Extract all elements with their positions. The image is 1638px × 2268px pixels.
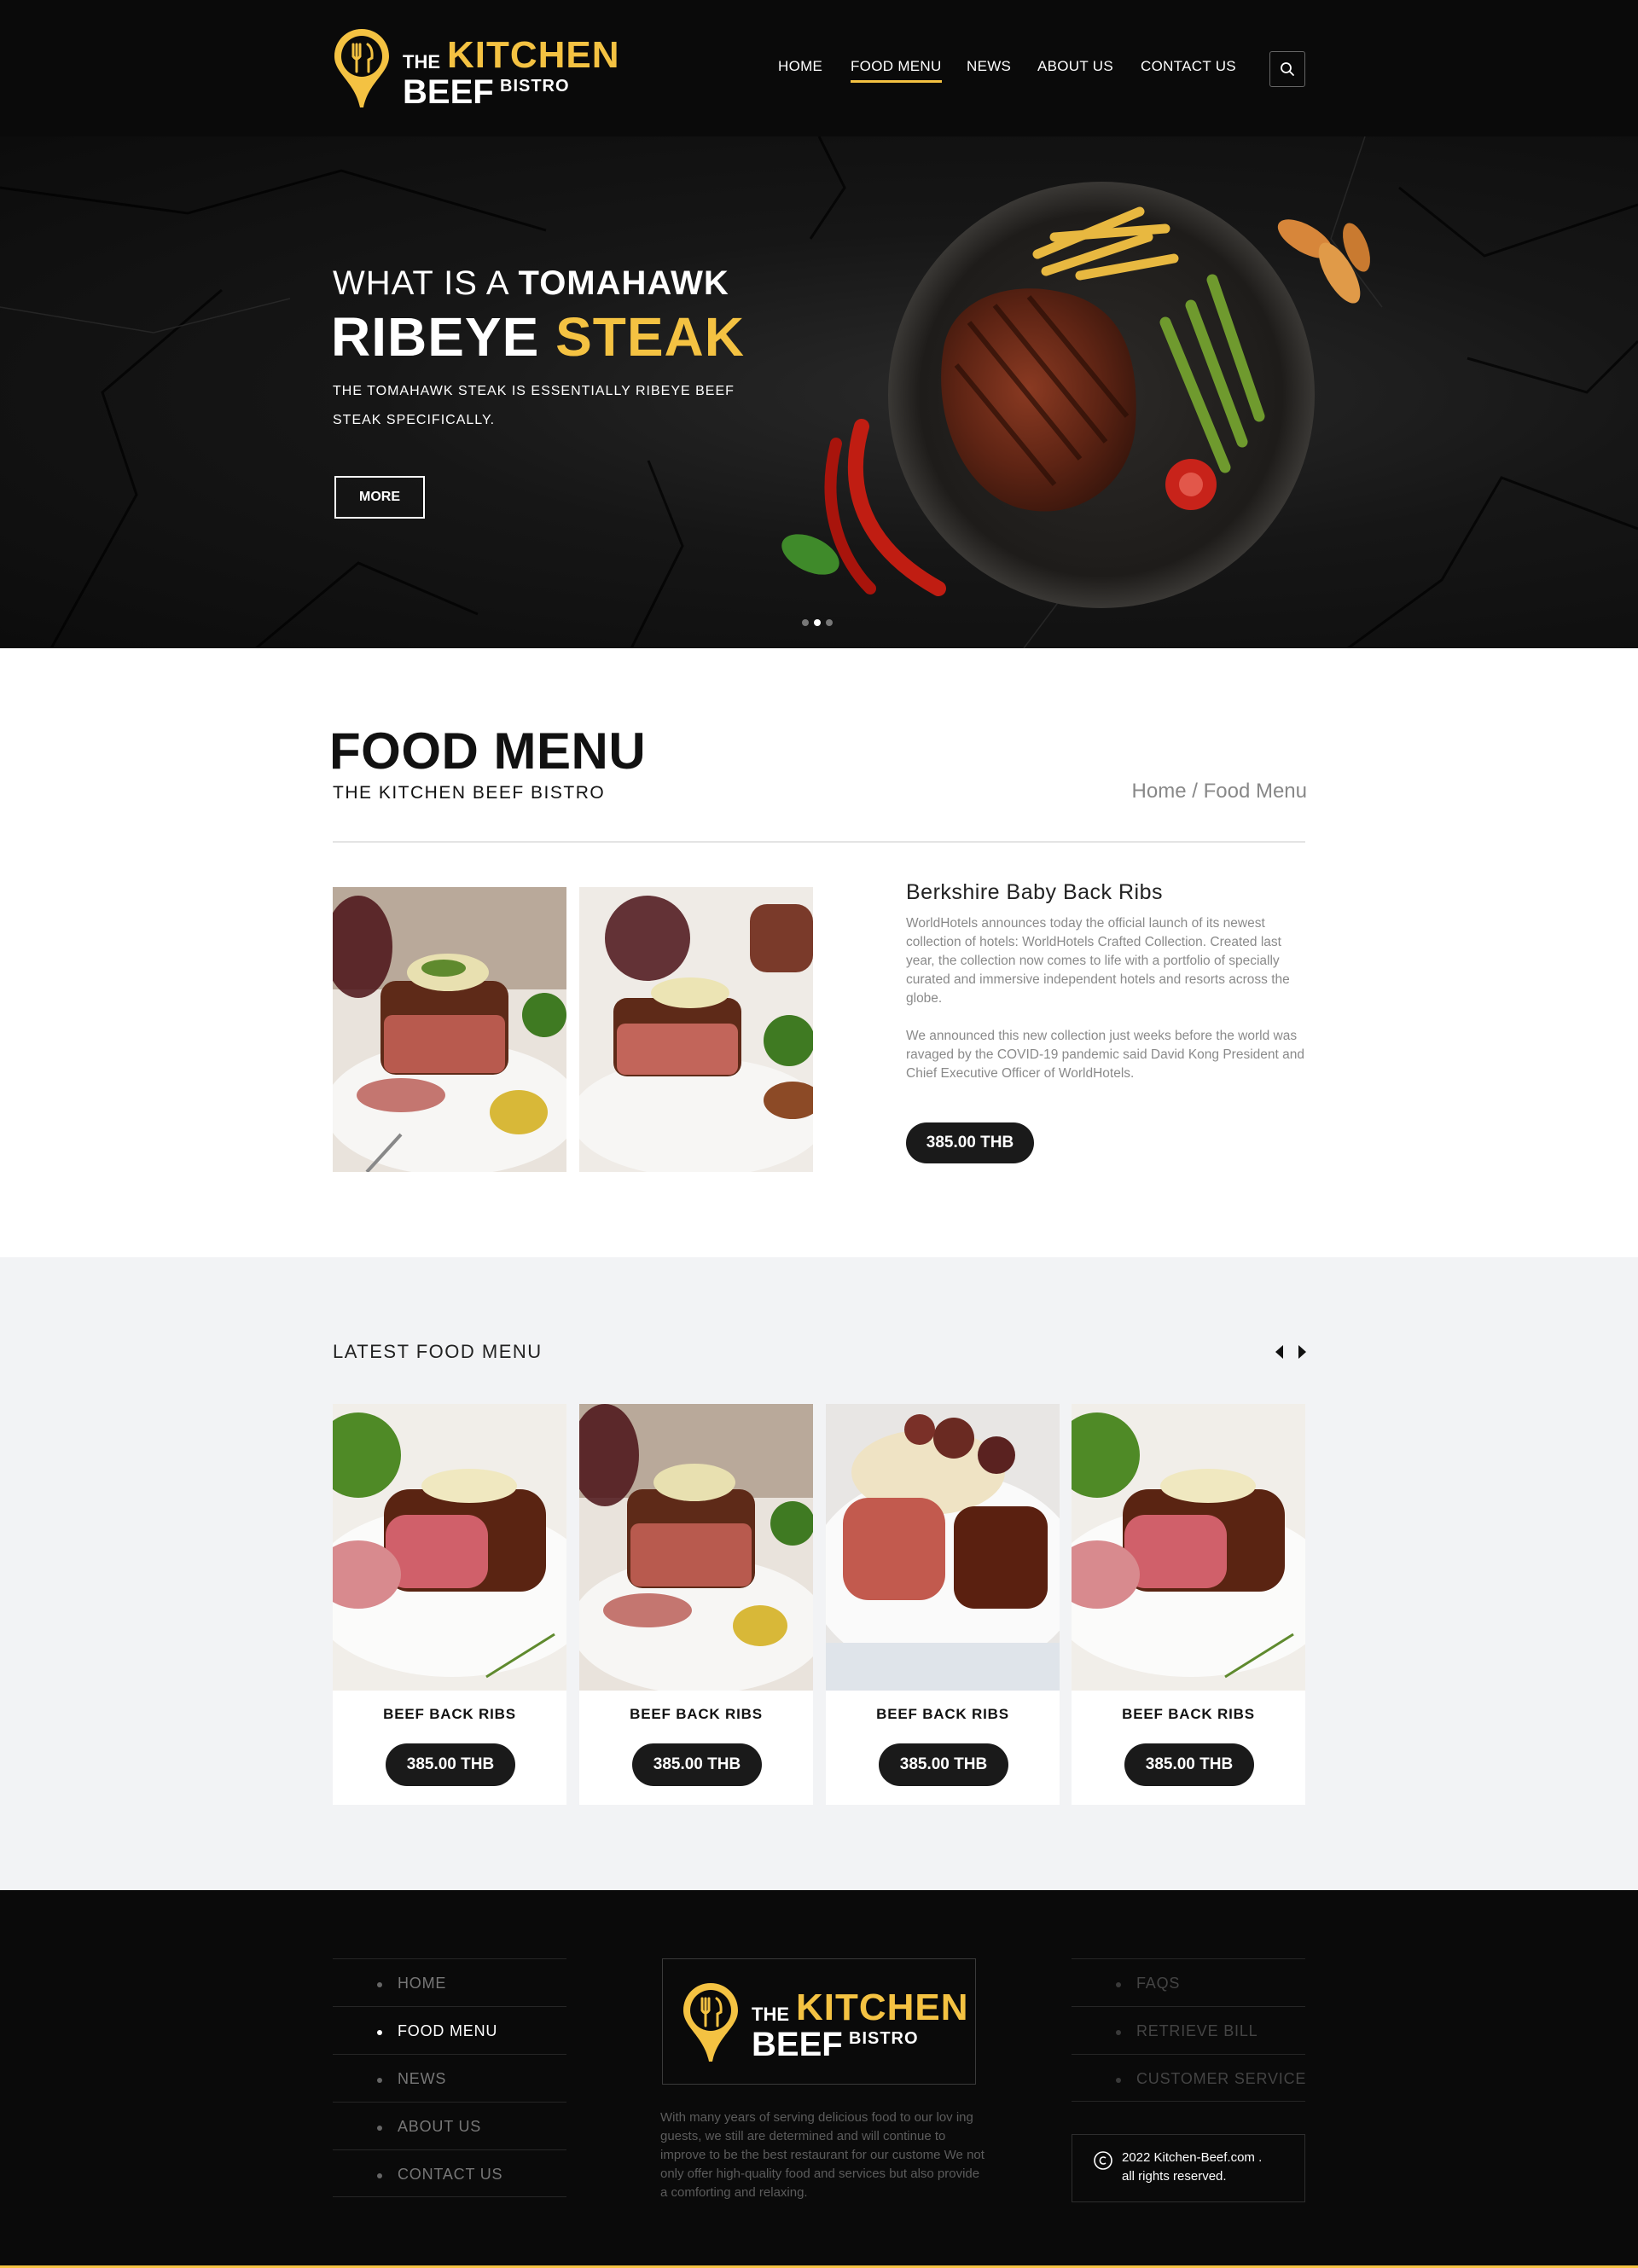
item-photo-1[interactable]: [333, 887, 566, 1172]
food-card-name: BEEF BACK RIBS: [383, 1706, 516, 1722]
footer-link-label: FOOD MENU: [398, 2022, 498, 2039]
steak-photo: [1072, 1404, 1305, 1691]
hero-heading-white: RIBEYE: [331, 306, 540, 368]
latest-section-title: LATEST FOOD MENU: [333, 1341, 543, 1362]
item-description-paragraph-1: WorldHotels announces today the official…: [906, 916, 1290, 1006]
food-card-price-button[interactable]: 385.00 THB: [879, 1743, 1008, 1786]
item-photo-2[interactable]: [579, 887, 813, 1172]
section-divider: [333, 841, 1305, 843]
copyright-line-2: all rights reserved.: [1122, 2169, 1227, 2184]
breadcrumb: Home / Food Menu: [1007, 780, 1307, 803]
steak-photo: [579, 1404, 813, 1691]
hero-heading-line1: WHAT IS A TOMAHAWK: [333, 264, 729, 303]
site-footer: HOME FOOD MENU NEWS ABOUT US CONTACT US …: [0, 1890, 1638, 2268]
copyright-icon: [1094, 2151, 1112, 2170]
footer-description: With many years of serving delicious foo…: [660, 2110, 985, 2200]
slider-dot-2[interactable]: [814, 619, 821, 626]
nav-about-us[interactable]: ABOUT US: [1037, 58, 1113, 75]
search-icon: [1281, 62, 1294, 76]
footer-link-contact-us[interactable]: CONTACT US: [333, 2149, 566, 2197]
nav-food-menu[interactable]: FOOD MENU: [851, 58, 942, 83]
footer-link-label: HOME: [398, 1975, 447, 1992]
food-card-4[interactable]: BEEF BACK RIBS 385.00 THB: [1072, 1404, 1305, 1805]
food-card-name: BEEF BACK RIBS: [630, 1706, 763, 1722]
breadcrumb-separator: /: [1186, 780, 1204, 803]
copyright-text: 2022 Kitchen-Beef.com . all rights reser…: [1122, 2149, 1301, 2186]
page-title: FOOD MENU: [329, 722, 647, 780]
page-subtitle: THE KITCHEN BEEF BISTRO: [333, 783, 606, 803]
hero-heading-line2: RIBEYE STEAK: [331, 305, 745, 368]
steak-photo: [333, 887, 566, 1172]
breadcrumb-home[interactable]: Home: [1132, 780, 1187, 803]
hero-more-button[interactable]: MORE: [334, 476, 425, 519]
food-card-image: [826, 1404, 1060, 1691]
potato-wedges-image: [1277, 219, 1370, 304]
copyright-box: 2022 Kitchen-Beef.com . all rights reser…: [1072, 2134, 1305, 2202]
carousel-next-button[interactable]: [1295, 1343, 1310, 1361]
food-card-name: BEEF BACK RIBS: [1122, 1706, 1255, 1722]
food-card-3[interactable]: BEEF BACK RIBS 385.00 THB: [826, 1404, 1060, 1805]
steak-photo: [579, 887, 813, 1172]
hero-banner: WHAT IS A TOMAHAWK RIBEYE STEAK THE TOMA…: [0, 136, 1638, 648]
item-title: Berkshire Baby Back Ribs: [906, 880, 1164, 904]
food-card-name: BEEF BACK RIBS: [876, 1706, 1009, 1722]
hero-description: THE TOMAHAWK STEAK IS ESSENTIALLY RIBEYE…: [333, 384, 735, 427]
item-description-paragraph-2: We announced this new collection just we…: [906, 1029, 1304, 1081]
food-card-image: [579, 1404, 813, 1691]
logo-kitchen: KITCHEN: [796, 1987, 969, 2028]
footer-link-home[interactable]: HOME: [333, 1958, 566, 2006]
food-card-2[interactable]: BEEF BACK RIBS 385.00 THB: [579, 1404, 813, 1805]
breadcrumb-current: Food Menu: [1203, 780, 1307, 803]
logo-bistro: BISTRO: [849, 2029, 919, 2048]
food-card-price-button[interactable]: 385.00 THB: [632, 1743, 762, 1786]
footer-menu: HOME FOOD MENU NEWS ABOUT US CONTACT US: [333, 1958, 566, 2197]
slider-dot-1[interactable]: [802, 619, 809, 626]
search-button[interactable]: [1269, 51, 1305, 87]
food-card-image: [333, 1404, 566, 1691]
item-price-button[interactable]: 385.00 THB: [906, 1122, 1034, 1163]
footer-link-food-menu[interactable]: FOOD MENU: [333, 2006, 566, 2054]
copyright-line-1: 2022 Kitchen-Beef.com .: [1122, 2150, 1263, 2165]
footer-link-faqs[interactable]: FAQS: [1072, 1958, 1305, 2006]
hero-heading-bold: TOMAHAWK: [518, 264, 729, 302]
arrow-right-icon: [1298, 1345, 1306, 1359]
footer-link-label: NEWS: [398, 2070, 447, 2087]
footer-link-label: FAQS: [1136, 1975, 1181, 1992]
nav-news[interactable]: NEWS: [967, 58, 1011, 75]
logo-pin-icon: [683, 1983, 738, 2062]
footer-link-label: ABOUT US: [398, 2118, 482, 2135]
footer-link-about-us[interactable]: ABOUT US: [333, 2102, 566, 2149]
footer-link-label: RETRIEVE BILL: [1136, 2022, 1258, 2039]
footer-link-retrieve-bill[interactable]: RETRIEVE BILL: [1072, 2006, 1305, 2054]
hero-heading-yellow: STEAK: [555, 306, 745, 368]
steak-photo: [826, 1404, 1060, 1691]
footer-link-label: CUSTOMER SERVICE: [1136, 2070, 1307, 2087]
chili-pepper-image: [781, 419, 946, 596]
footer-link-label: CONTACT US: [398, 2166, 503, 2183]
slider-dot-3[interactable]: [826, 619, 833, 626]
food-card-image: [1072, 1404, 1305, 1691]
footer-help-links: FAQS RETRIEVE BILL CUSTOMER SERVICE: [1072, 1958, 1305, 2102]
site-header: THE KITCHEN BEEF BISTRO HOME FOOD MENU N…: [0, 0, 1638, 136]
food-card-1[interactable]: BEEF BACK RIBS 385.00 THB: [333, 1404, 566, 1805]
latest-food-menu-section: LATEST FOOD MENU BEEF BACK RIBS 385.00 T…: [0, 1257, 1638, 1890]
footer-logo[interactable]: THE KITCHEN BEEF BISTRO: [662, 1958, 976, 2085]
logo-beef: BEEF: [752, 2026, 843, 2063]
food-card-price-button[interactable]: 385.00 THB: [386, 1743, 515, 1786]
footer-link-news[interactable]: NEWS: [333, 2054, 566, 2102]
hero-heading-plain: WHAT IS A: [333, 264, 508, 302]
food-card-price-button[interactable]: 385.00 THB: [1124, 1743, 1254, 1786]
logo-the: THE: [752, 2004, 789, 2025]
nav-contact-us[interactable]: CONTACT US: [1141, 58, 1236, 75]
footer-logo-wordmark: THE KITCHEN BEEF BISTRO: [752, 1985, 973, 2063]
carousel-prev-button[interactable]: [1271, 1343, 1287, 1361]
steak-photo: [333, 1404, 566, 1691]
arrow-left-icon: [1275, 1345, 1283, 1359]
nav-home[interactable]: HOME: [778, 58, 822, 75]
main-nav: HOME FOOD MENU NEWS ABOUT US CONTACT US: [0, 58, 1638, 84]
hero-slider-dots: [802, 619, 836, 628]
footer-link-customer-service[interactable]: CUSTOMER SERVICE: [1072, 2054, 1305, 2102]
item-description: WorldHotels announces today the official…: [906, 914, 1307, 1102]
